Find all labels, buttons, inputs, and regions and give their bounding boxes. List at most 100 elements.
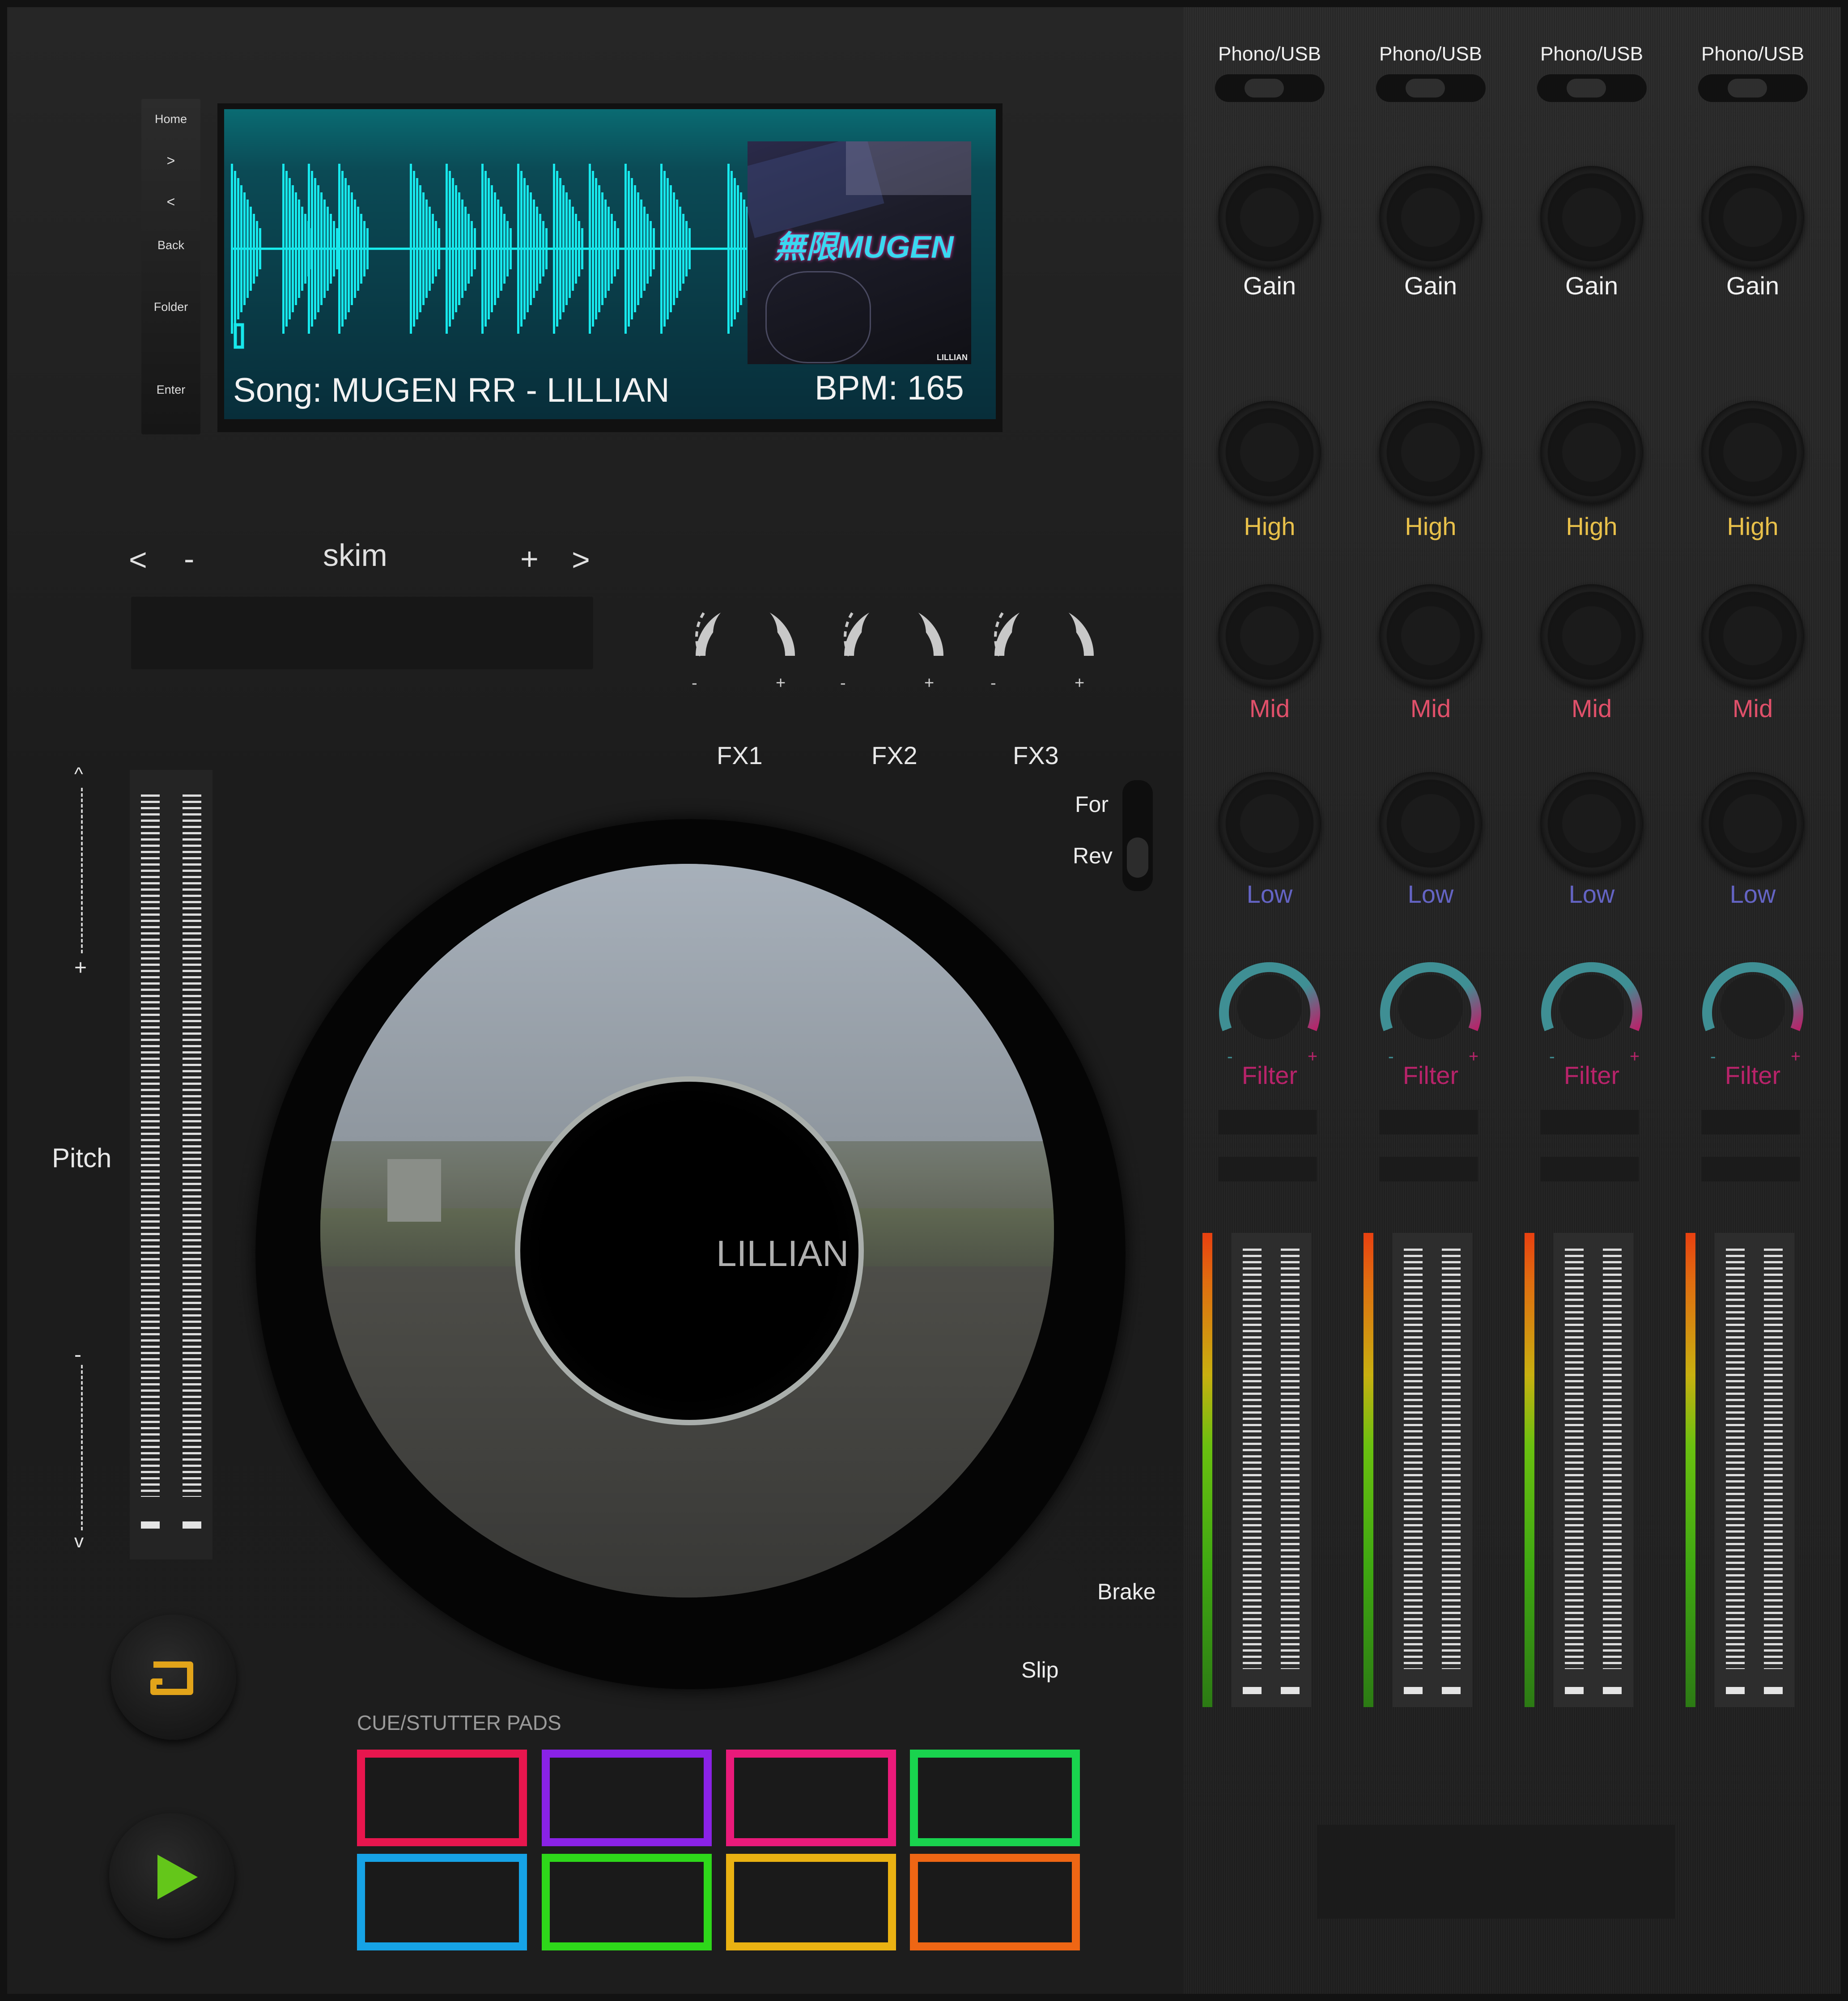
fx-plus-label: + bbox=[776, 674, 786, 692]
ch1-sync-button[interactable] bbox=[1218, 1157, 1317, 1181]
ch4-volume-fader[interactable] bbox=[1715, 1233, 1794, 1707]
ch2-low-label: Low bbox=[1407, 880, 1454, 908]
play-button[interactable] bbox=[109, 1813, 234, 1938]
ch2-high-label: High bbox=[1405, 512, 1457, 540]
fx-minus-label: - bbox=[692, 674, 697, 692]
pitch-minus-label: - bbox=[74, 1343, 81, 1367]
cue-pad-1[interactable] bbox=[357, 1750, 527, 1846]
ch1-filter-label: Filter bbox=[1241, 1061, 1298, 1089]
fx2-knob[interactable] bbox=[827, 566, 961, 701]
ch2-input-switch[interactable] bbox=[1376, 74, 1486, 102]
forward-label: For bbox=[1075, 792, 1109, 817]
skim-next-button[interactable]: > bbox=[572, 542, 590, 578]
brake-knob[interactable] bbox=[1028, 1559, 1082, 1613]
pitch-fader[interactable] bbox=[130, 770, 212, 1559]
ch2-sync-button[interactable] bbox=[1379, 1157, 1478, 1181]
next-button[interactable]: > bbox=[141, 153, 200, 169]
enter-button[interactable]: Enter bbox=[141, 383, 200, 397]
prev-button[interactable]: < bbox=[141, 194, 200, 210]
ch3-high-knob[interactable] bbox=[1540, 401, 1643, 504]
pitch-plus-label: + bbox=[74, 956, 87, 980]
ch1-high-knob[interactable] bbox=[1218, 401, 1321, 504]
ch2-mid-label: Mid bbox=[1410, 694, 1451, 722]
album-art-title: 無限MUGEN bbox=[774, 229, 954, 264]
dj-controller: Home > < Back Folder Enter 無限MUGEN LILLI… bbox=[0, 0, 1848, 2001]
skim-plus-button[interactable]: + bbox=[520, 541, 539, 577]
ch4-low-label: Low bbox=[1729, 880, 1776, 908]
fx-plus-label: + bbox=[1075, 674, 1085, 692]
ch3-gain-knob[interactable] bbox=[1540, 166, 1643, 269]
album-art: 無限MUGEN LILLIAN bbox=[748, 141, 971, 364]
folder-button[interactable]: Folder bbox=[141, 300, 200, 314]
ch2-volume-fader[interactable] bbox=[1393, 1233, 1472, 1707]
skim-prev-button[interactable]: < bbox=[129, 542, 147, 578]
song-title: Song: MUGEN RR - LILLIAN bbox=[233, 371, 670, 409]
ch1-gain-label: Gain bbox=[1243, 272, 1296, 300]
ch1-low-knob[interactable] bbox=[1218, 772, 1321, 875]
cue-bracket-icon bbox=[150, 1661, 193, 1695]
cue-pad-6[interactable] bbox=[542, 1854, 712, 1950]
ch4-high-knob[interactable] bbox=[1701, 401, 1804, 504]
ch3-sync-button[interactable] bbox=[1540, 1157, 1639, 1181]
pitch-label: Pitch bbox=[52, 1143, 112, 1173]
ch4-low-knob[interactable] bbox=[1701, 772, 1804, 875]
pitch-scale-top bbox=[81, 788, 83, 953]
ch2-cue-button[interactable] bbox=[1379, 1110, 1478, 1134]
ch1-mid-knob[interactable] bbox=[1218, 584, 1321, 687]
bpm-readout: BPM: 165 bbox=[815, 369, 964, 407]
ch3-filter-label: Filter bbox=[1563, 1061, 1620, 1089]
ch3-mid-label: Mid bbox=[1571, 694, 1612, 722]
ch4-input-switch[interactable] bbox=[1698, 74, 1808, 102]
ch4-mid-label: Mid bbox=[1732, 694, 1773, 722]
cue-pad-2[interactable] bbox=[542, 1750, 712, 1846]
ch4-mid-knob[interactable] bbox=[1701, 584, 1804, 687]
fx-minus-label: - bbox=[840, 674, 846, 692]
ch1-vu-meter bbox=[1202, 1233, 1212, 1707]
cue-pad-4[interactable] bbox=[910, 1750, 1080, 1846]
ch3-low-knob[interactable] bbox=[1540, 772, 1643, 875]
cue-pad-3[interactable] bbox=[726, 1750, 896, 1846]
track-display: 無限MUGEN LILLIAN Song: MUGEN RR - LILLIAN… bbox=[224, 109, 996, 419]
ch2-gain-knob[interactable] bbox=[1379, 166, 1482, 269]
ch2-filter-label: Filter bbox=[1402, 1061, 1459, 1089]
slip-label: Slip bbox=[1021, 1657, 1059, 1682]
waveform bbox=[231, 164, 748, 349]
browse-nav: Home > < Back Folder Enter bbox=[141, 99, 200, 434]
ch4-input-label: Phono/USB bbox=[1701, 43, 1804, 65]
back-button[interactable]: Back bbox=[141, 238, 200, 252]
ch1-volume-fader[interactable] bbox=[1232, 1233, 1311, 1707]
ch2-high-knob[interactable] bbox=[1379, 401, 1482, 504]
skim-strip[interactable] bbox=[131, 597, 593, 669]
cue-pad-8[interactable] bbox=[910, 1854, 1080, 1950]
ch2-vu-meter bbox=[1364, 1233, 1373, 1707]
ch3-low-label: Low bbox=[1568, 880, 1615, 908]
skim-label: skim bbox=[323, 538, 387, 573]
album-art-artist: LILLIAN bbox=[937, 353, 968, 362]
ch2-low-knob[interactable] bbox=[1379, 772, 1482, 875]
cue-button[interactable] bbox=[111, 1614, 236, 1740]
crossfader[interactable] bbox=[1317, 1825, 1675, 1919]
direction-switch[interactable] bbox=[1122, 780, 1153, 891]
ch4-cue-button[interactable] bbox=[1701, 1110, 1800, 1134]
ch1-cue-button[interactable] bbox=[1218, 1110, 1317, 1134]
ch4-gain-knob[interactable] bbox=[1701, 166, 1804, 269]
fx3-knob[interactable] bbox=[977, 566, 1111, 701]
cue-pad-5[interactable] bbox=[357, 1854, 527, 1950]
ch1-gain-knob[interactable] bbox=[1218, 166, 1321, 269]
fx3-label: FX3 bbox=[1013, 741, 1059, 769]
fx1-knob[interactable] bbox=[678, 566, 812, 701]
pitch-up-arrow: ^ bbox=[74, 763, 83, 784]
ch3-input-switch[interactable] bbox=[1537, 74, 1647, 102]
ch2-mid-knob[interactable] bbox=[1379, 584, 1482, 687]
ch4-sync-button[interactable] bbox=[1701, 1157, 1800, 1181]
pitch-down-arrow: v bbox=[74, 1530, 84, 1551]
pitch-scale-bottom bbox=[81, 1365, 83, 1530]
cue-pad-7[interactable] bbox=[726, 1854, 896, 1950]
ch3-mid-knob[interactable] bbox=[1540, 584, 1643, 687]
reverse-label: Rev bbox=[1073, 843, 1113, 868]
ch3-cue-button[interactable] bbox=[1540, 1110, 1639, 1134]
skim-minus-button[interactable]: - bbox=[184, 541, 194, 577]
ch3-volume-fader[interactable] bbox=[1554, 1233, 1633, 1707]
ch1-input-switch[interactable] bbox=[1215, 74, 1325, 102]
home-button[interactable]: Home bbox=[141, 112, 200, 126]
